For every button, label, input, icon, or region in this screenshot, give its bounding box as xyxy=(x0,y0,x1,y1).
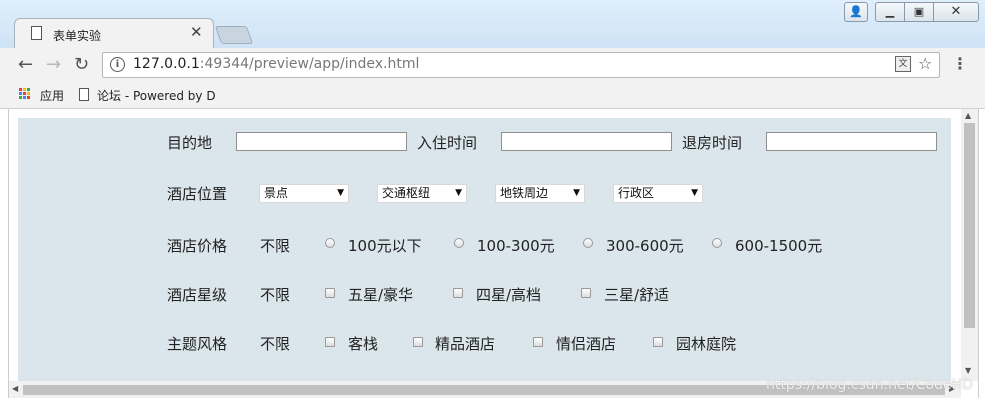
theme-checkbox-3[interactable] xyxy=(533,337,543,347)
maximize-button[interactable]: ▣ xyxy=(904,2,934,22)
chevron-down-icon: ▼ xyxy=(455,188,462,198)
user-icon[interactable]: 👤 xyxy=(844,2,868,22)
price-radio-4[interactable] xyxy=(712,238,722,248)
url-host: 127.0.0.1 xyxy=(133,56,200,72)
chevron-down-icon: ▼ xyxy=(337,188,344,198)
translate-icon[interactable]: 文 xyxy=(895,56,911,72)
destination-label: 目的地 xyxy=(167,134,213,152)
back-icon[interactable]: ← xyxy=(18,54,33,75)
tab-title: 表单实验 xyxy=(53,29,102,43)
checkout-label: 退房时间 xyxy=(682,134,743,152)
reload-icon[interactable]: ↻ xyxy=(74,54,89,75)
location-select-transport[interactable]: 交通枢纽 ▼ xyxy=(377,184,467,203)
chevron-down-icon: ▼ xyxy=(573,188,580,198)
price-radio-1[interactable] xyxy=(325,238,335,248)
star-label: 酒店星级 xyxy=(167,286,228,304)
select-value: 行政区 xyxy=(618,186,655,200)
vertical-scroll-thumb[interactable] xyxy=(964,123,975,328)
address-bar[interactable]: i 127.0.0.1:49344/preview/app/index.html… xyxy=(102,52,940,78)
star-icon[interactable]: ☆ xyxy=(918,54,932,73)
close-icon[interactable]: ✕ xyxy=(190,23,203,41)
theme-option-3: 情侣酒店 xyxy=(556,335,617,353)
window-close-button[interactable]: ✕ xyxy=(933,2,979,22)
theme-unlimited[interactable]: 不限 xyxy=(260,333,290,354)
bookmark-forum[interactable]: 论坛 - Powered by D xyxy=(97,87,216,104)
theme-option-4: 园林庭院 xyxy=(676,335,737,353)
minimize-button[interactable]: ▁ xyxy=(875,2,905,22)
form-panel: 目的地 入住时间 退房时间 酒店位置 景点 ▼ 交通枢纽 ▼ 地铁周边 ▼ 行政区 ▼ … xyxy=(18,118,951,384)
star-checkbox-2[interactable] xyxy=(453,288,463,298)
select-value: 交通枢纽 xyxy=(382,186,431,200)
price-radio-2[interactable] xyxy=(454,238,464,248)
price-radio-3[interactable] xyxy=(583,238,593,248)
checkout-input[interactable] xyxy=(766,132,937,151)
price-option-3: 300-600元 xyxy=(606,237,684,255)
price-option-1: 100元以下 xyxy=(348,237,422,255)
theme-checkbox-2[interactable] xyxy=(413,337,423,347)
star-checkbox-1[interactable] xyxy=(325,288,335,298)
bookmark-apps[interactable]: 应用 xyxy=(40,87,64,104)
menu-icon[interactable]: ⋮ xyxy=(952,54,968,73)
price-label: 酒店价格 xyxy=(167,237,228,255)
scroll-down-icon[interactable]: ▼ xyxy=(965,366,971,375)
browser-toolbar: ← → ↻ i 127.0.0.1:49344/preview/app/inde… xyxy=(0,48,985,82)
price-option-2: 100-300元 xyxy=(477,237,555,255)
chevron-down-icon: ▼ xyxy=(691,188,698,198)
star-option-3: 三星/舒适 xyxy=(604,286,670,304)
window-titlebar: 表单实验 ✕ 👤 ▁ ▣ ✕ xyxy=(0,0,985,50)
location-label: 酒店位置 xyxy=(167,185,228,203)
location-select-district[interactable]: 行政区 ▼ xyxy=(613,184,703,203)
checkin-input[interactable] xyxy=(501,132,672,151)
doc-icon xyxy=(79,88,89,101)
theme-checkbox-4[interactable] xyxy=(653,337,663,347)
vertical-scrollbar[interactable]: ▲ ▼ xyxy=(961,109,978,381)
tab-active[interactable]: 表单实验 ✕ xyxy=(14,18,214,50)
location-select-scenic[interactable]: 景点 ▼ xyxy=(259,184,349,203)
star-option-1: 五星/豪华 xyxy=(348,286,414,304)
apps-icon[interactable] xyxy=(19,88,31,100)
theme-label: 主题风格 xyxy=(167,335,228,353)
price-option-4: 600-1500元 xyxy=(735,237,823,255)
forward-icon[interactable]: → xyxy=(46,54,61,75)
location-select-metro[interactable]: 地铁周边 ▼ xyxy=(495,184,585,203)
url-text[interactable]: 127.0.0.1:49344/preview/app/index.html xyxy=(133,56,419,72)
watermark: https://blog.csdn.net/CodeHD xyxy=(766,377,973,393)
url-path: :49344/preview/app/index.html xyxy=(199,56,420,72)
select-value: 地铁周边 xyxy=(500,186,549,200)
checkin-label: 入住时间 xyxy=(417,134,478,152)
new-tab-button[interactable] xyxy=(214,26,254,44)
theme-option-2: 精品酒店 xyxy=(435,335,496,353)
scroll-left-icon[interactable]: ◀ xyxy=(12,384,18,393)
bookmarks-bar: 应用 论坛 - Powered by D xyxy=(0,82,985,109)
scroll-up-icon[interactable]: ▲ xyxy=(965,111,971,120)
info-icon[interactable]: i xyxy=(110,57,125,72)
star-checkbox-3[interactable] xyxy=(581,288,591,298)
theme-option-1: 客栈 xyxy=(348,335,379,353)
star-unlimited[interactable]: 不限 xyxy=(260,284,290,305)
page-viewport: 目的地 入住时间 退房时间 酒店位置 景点 ▼ 交通枢纽 ▼ 地铁周边 ▼ 行政区 ▼ … xyxy=(8,109,979,398)
price-unlimited[interactable]: 不限 xyxy=(260,235,290,256)
select-value: 景点 xyxy=(264,186,289,200)
theme-checkbox-1[interactable] xyxy=(325,337,335,347)
doc-icon xyxy=(31,26,42,40)
destination-input[interactable] xyxy=(236,132,407,151)
star-option-2: 四星/高档 xyxy=(476,286,542,304)
